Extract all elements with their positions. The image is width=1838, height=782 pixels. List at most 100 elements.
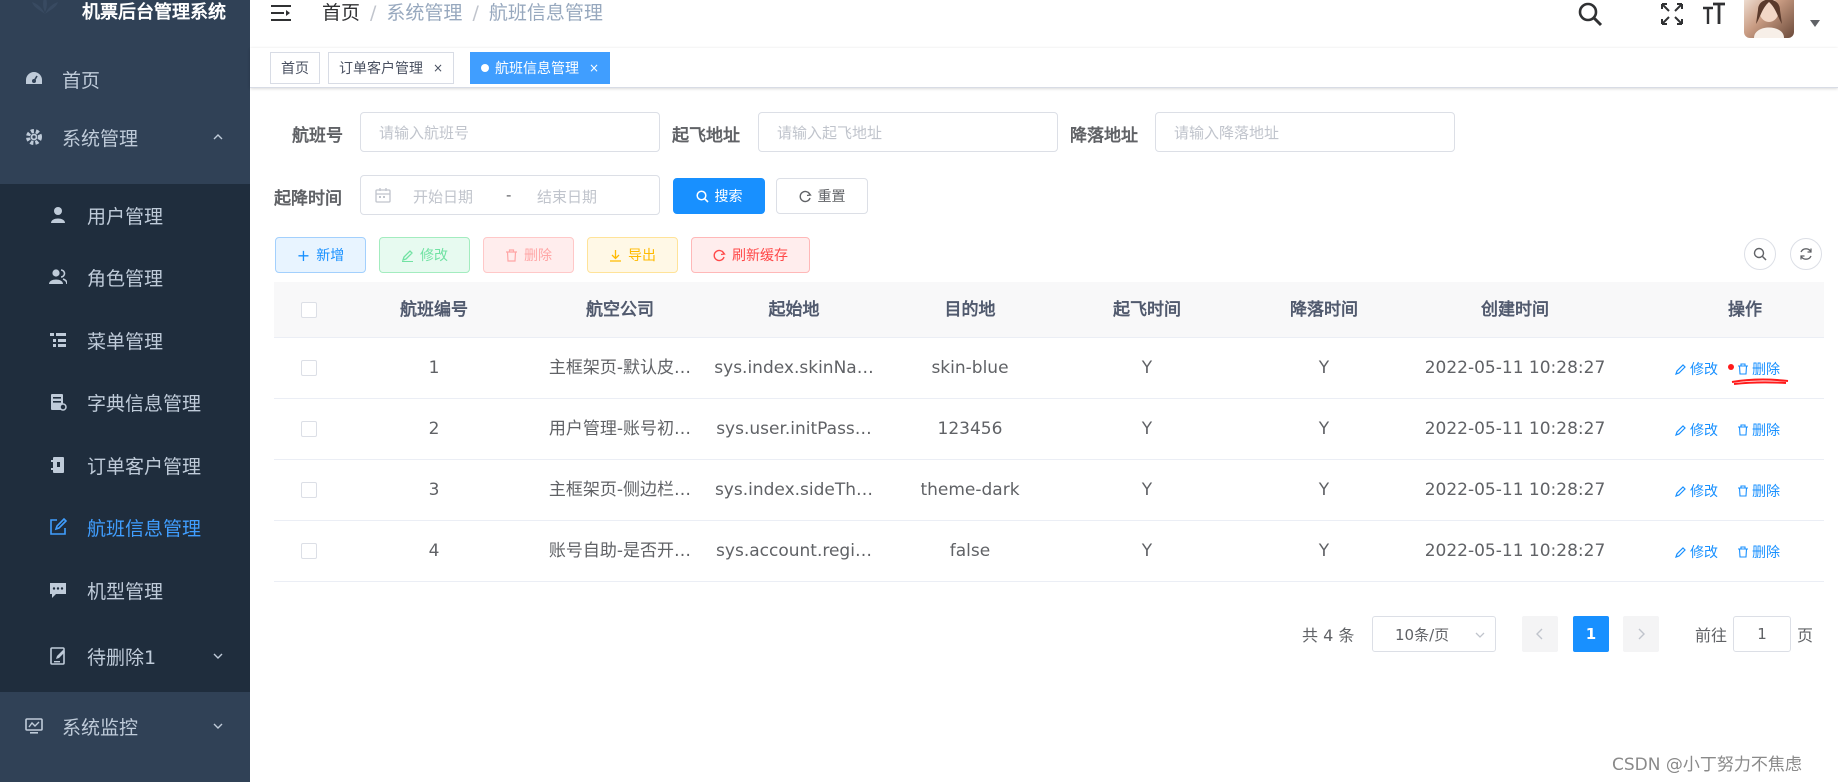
cell-origin: sys.user.initPass… — [716, 419, 872, 439]
sidebar-item-roles[interactable]: 角色管理 — [0, 246, 250, 308]
row-edit-link[interactable]: 修改 — [1675, 338, 1718, 399]
row-delete-link[interactable]: 删除 — [1737, 399, 1780, 460]
tags-view: 首页 订单客户管理 × 航班信息管理 × — [250, 48, 1838, 88]
row-checkbox[interactable] — [301, 482, 317, 498]
page-size-select[interactable]: 10条/页 — [1372, 616, 1496, 652]
row-edit-label: 修改 — [1690, 483, 1718, 500]
close-icon[interactable]: × — [589, 61, 599, 75]
sidebar-item-system[interactable]: 系统管理 — [0, 106, 250, 168]
edit-icon — [1675, 363, 1686, 375]
refresh-table-button[interactable] — [1790, 238, 1822, 270]
row-edit-link[interactable]: 修改 — [1675, 460, 1718, 521]
range-separator: - — [506, 186, 512, 204]
form-icon — [48, 646, 68, 666]
next-page-button[interactable] — [1623, 616, 1659, 652]
user-icon — [48, 205, 68, 225]
row-checkbox[interactable] — [301, 421, 317, 437]
font-size-icon[interactable] — [1700, 0, 1728, 28]
refresh-icon — [799, 190, 812, 202]
cell-flight-no: 2 — [428, 419, 440, 439]
sidebar-item-monitor[interactable]: 系统监控 — [0, 695, 250, 757]
fullscreen-icon[interactable] — [1658, 0, 1686, 28]
search-button[interactable]: 搜索 — [673, 178, 765, 214]
search-icon[interactable] — [1576, 0, 1604, 28]
download-icon — [610, 249, 621, 262]
refresh-cache-button[interactable]: 刷新缓存 — [691, 237, 810, 273]
cell-created: 2022-05-11 10:28:27 — [1424, 541, 1606, 561]
sidebar-item-aircraft[interactable]: 机型管理 — [0, 559, 250, 621]
page-number-current[interactable]: 1 — [1573, 616, 1609, 652]
sidebar-logo-area[interactable]: 机票后台管理系统 — [0, 0, 250, 28]
cell-depart-time: Y — [1141, 541, 1153, 561]
depart-placeholder: 请输入起飞地址 — [777, 123, 883, 142]
caret-down-icon[interactable] — [1810, 20, 1820, 28]
sidebar-item-label: 待删除1 — [87, 646, 157, 669]
tag-orders[interactable]: 订单客户管理 × — [328, 52, 455, 84]
calendar-icon — [375, 188, 391, 203]
breadcrumb-home[interactable]: 首页 — [322, 0, 360, 26]
row-delete-link[interactable]: 删除 — [1737, 521, 1780, 582]
edit-button[interactable]: 修改 — [379, 237, 470, 273]
cell-destination: 123456 — [937, 419, 1003, 439]
sidebar-item-menus[interactable]: 菜单管理 — [0, 309, 250, 371]
sidebar-item-home[interactable]: 首页 — [0, 48, 250, 110]
cell-depart-time: Y — [1141, 419, 1153, 439]
search-button-label: 搜索 — [714, 189, 743, 205]
breadcrumb-system: 系统管理 — [386, 2, 463, 24]
goto-suffix: 页 — [1797, 626, 1814, 645]
avatar[interactable] — [1744, 0, 1794, 38]
add-button[interactable]: + 新增 — [275, 237, 366, 273]
sidebar-item-users[interactable]: 用户管理 — [0, 184, 250, 246]
row-checkbox[interactable] — [301, 360, 317, 376]
row-delete-label: 删除 — [1752, 422, 1780, 439]
export-button[interactable]: 导出 — [587, 237, 678, 273]
flight-no-input[interactable]: 请输入航班号 — [360, 112, 660, 152]
cell-origin: sys.index.sideTh… — [714, 480, 874, 500]
row-edit-link[interactable]: 修改 — [1675, 521, 1718, 582]
toggle-search-button[interactable] — [1744, 238, 1776, 270]
sidebar-item-flights[interactable]: 航班信息管理 — [0, 496, 250, 558]
sidebar-item-dict[interactable]: 字典信息管理 — [0, 371, 250, 433]
table-row: 3 主框架页-侧边栏… sys.index.sideTh… theme-dark… — [274, 460, 1824, 521]
table-row: 2 用户管理-账号初… sys.user.initPass… 123456 Y … — [274, 399, 1824, 460]
cell-origin: sys.index.skinNa… — [714, 358, 874, 378]
row-delete-link[interactable]: 删除 — [1737, 338, 1780, 399]
breadcrumb-current: 航班信息管理 — [488, 2, 603, 24]
order-icon — [48, 455, 68, 475]
cell-flight-no: 1 — [428, 358, 440, 378]
row-edit-link[interactable]: 修改 — [1675, 399, 1718, 460]
delete-button-label: 删除 — [524, 248, 552, 264]
sidebar-item-label: 用户管理 — [87, 205, 164, 228]
row-checkbox[interactable] — [301, 543, 317, 559]
goto-page-value: 1 — [1757, 625, 1767, 643]
peoples-icon — [48, 267, 68, 287]
time-label: 起降时间 — [274, 189, 342, 209]
arrive-input[interactable]: 请输入降落地址 — [1155, 112, 1455, 152]
cell-created: 2022-05-11 10:28:27 — [1424, 419, 1606, 439]
cell-airline: 主框架页-默认皮… — [548, 358, 692, 378]
close-icon[interactable]: × — [433, 61, 443, 75]
hamburger-icon[interactable] — [270, 2, 292, 24]
row-delete-link[interactable]: 删除 — [1737, 460, 1780, 521]
cell-flight-no: 3 — [428, 480, 440, 500]
select-all-checkbox[interactable] — [301, 302, 317, 318]
sidebar-item-pending-delete[interactable]: 待删除1 — [0, 625, 250, 687]
row-edit-label: 修改 — [1690, 544, 1718, 561]
reset-button[interactable]: 重置 — [776, 178, 868, 214]
header-origin: 起始地 — [768, 300, 820, 320]
sidebar-item-label: 系统监控 — [62, 716, 139, 739]
cell-origin: sys.account.regi… — [716, 541, 872, 561]
chevron-down-icon — [213, 653, 223, 659]
prev-page-button[interactable] — [1522, 616, 1558, 652]
trash-icon — [1738, 484, 1748, 497]
depart-input[interactable]: 请输入起飞地址 — [758, 112, 1058, 152]
tag-flights[interactable]: 航班信息管理 × — [470, 52, 611, 84]
goto-page-input[interactable]: 1 — [1733, 616, 1791, 652]
header-actions: 操作 — [1728, 300, 1762, 320]
breadcrumb-separator: / — [370, 2, 377, 24]
date-range-picker[interactable]: 开始日期 - 结束日期 — [360, 175, 660, 215]
arrive-label: 降落地址 — [1070, 126, 1138, 146]
sidebar-item-orders[interactable]: 订单客户管理 — [0, 434, 250, 496]
delete-button[interactable]: 删除 — [483, 237, 574, 273]
tag-home[interactable]: 首页 — [270, 52, 320, 84]
